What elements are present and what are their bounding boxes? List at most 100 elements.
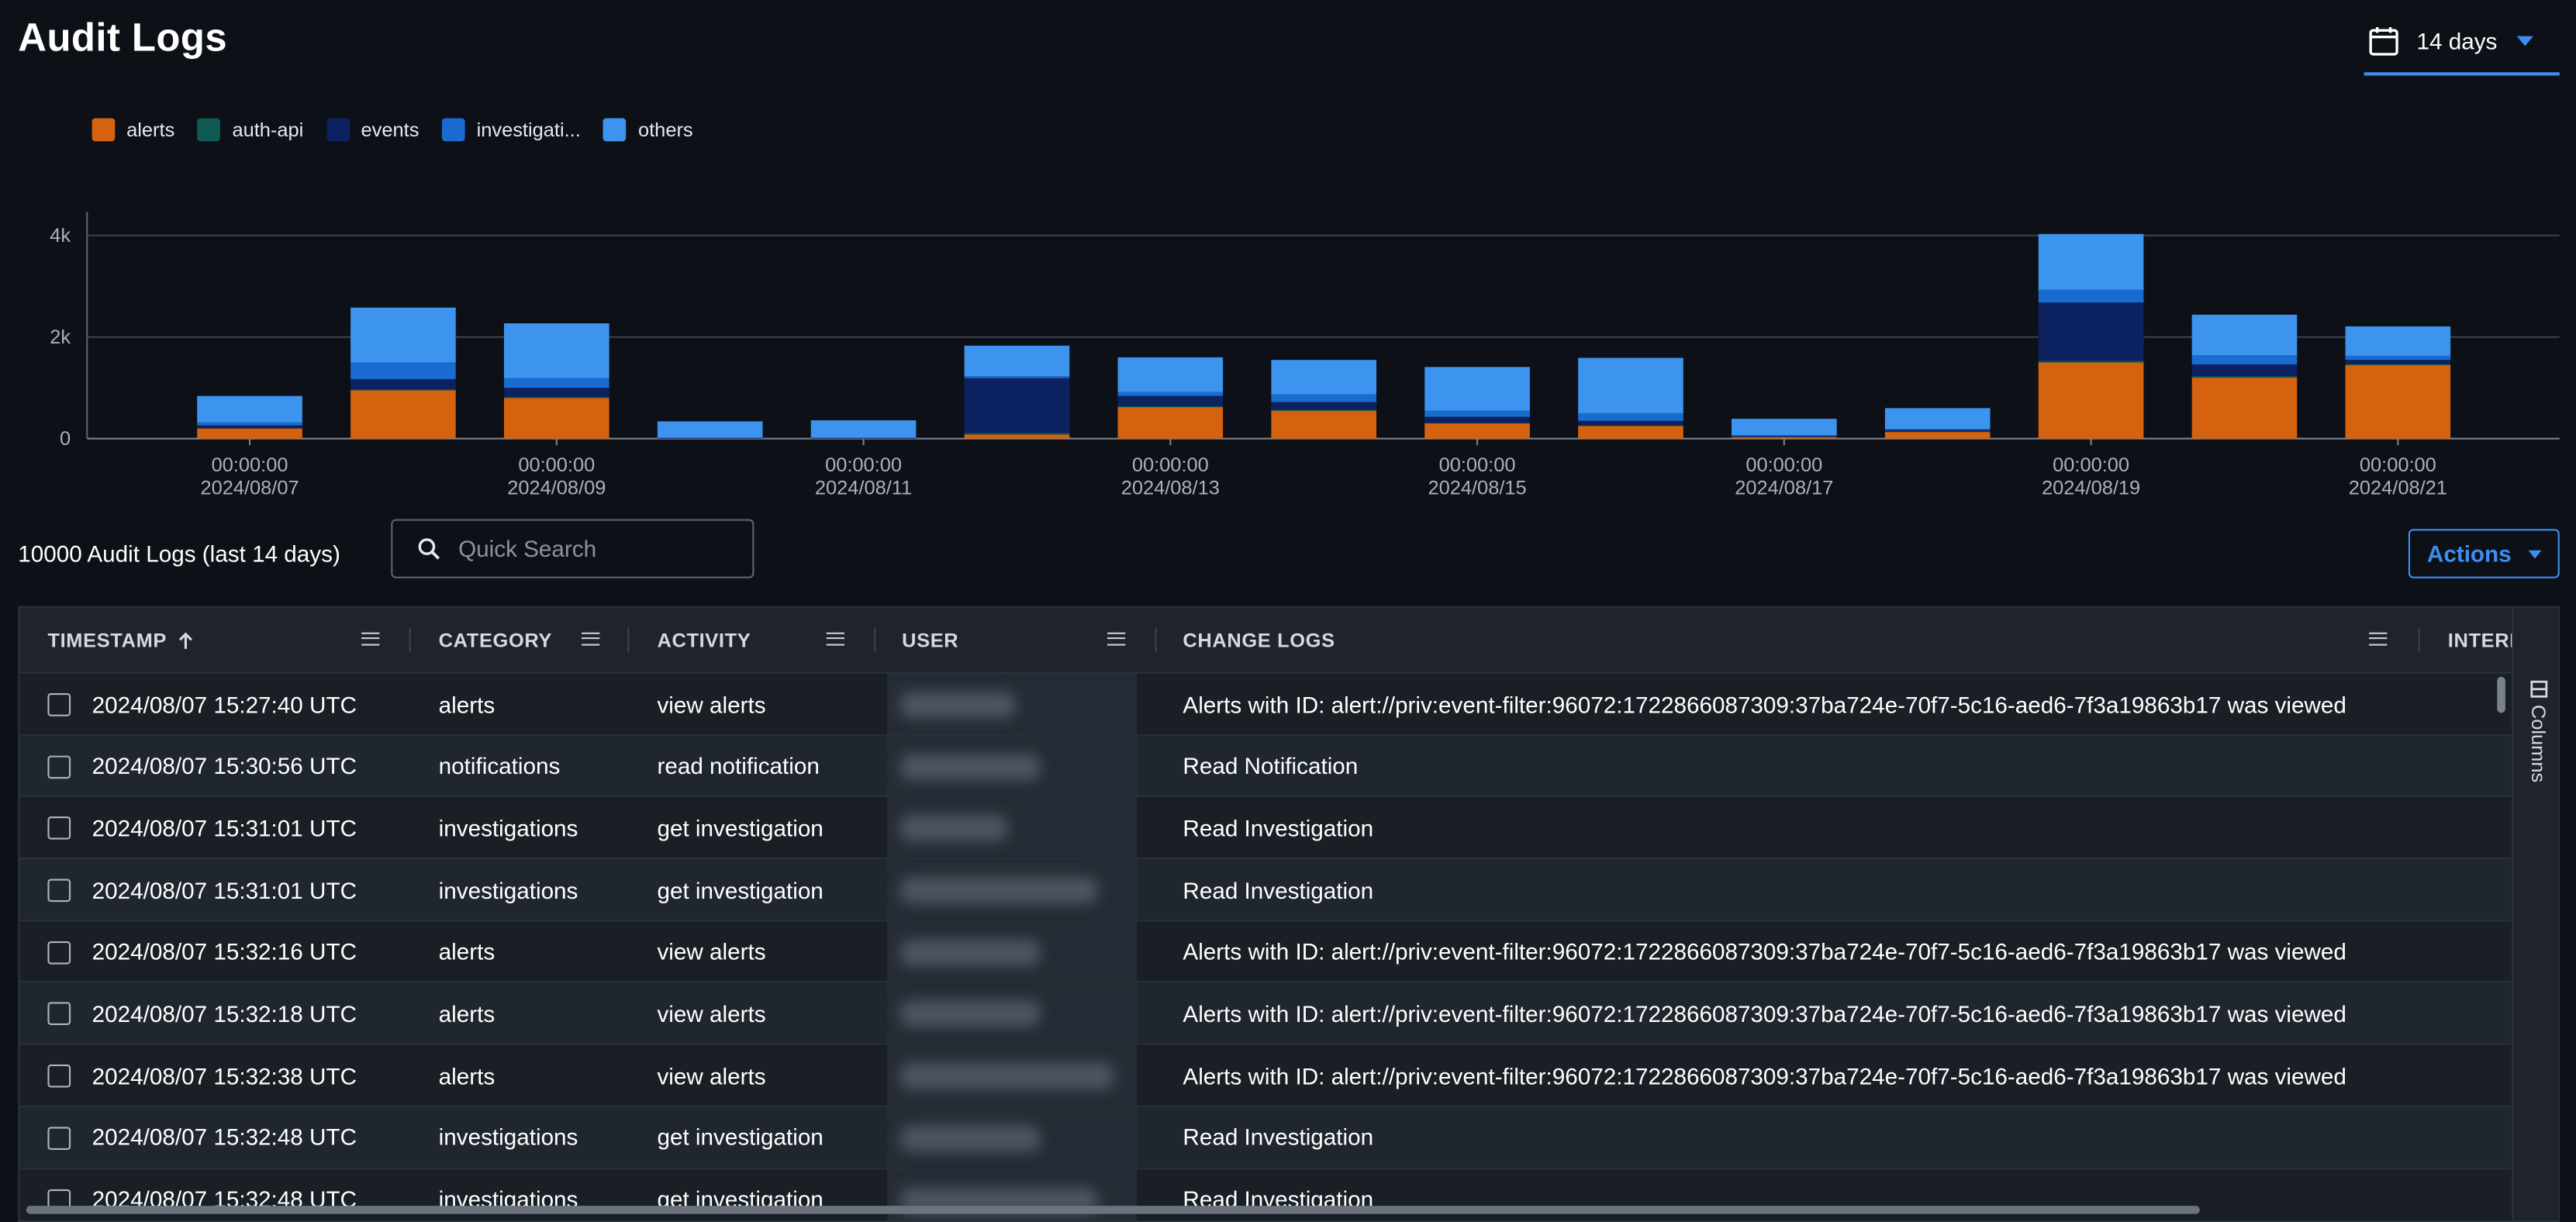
- vertical-scrollbar[interactable]: [2497, 676, 2505, 713]
- chart-bar-segment: [964, 345, 1070, 377]
- chart-bar-segment: [2038, 289, 2144, 303]
- row-checkbox[interactable]: [47, 1065, 71, 1088]
- row-checkbox[interactable]: [47, 941, 71, 965]
- x-tick-time: 00:00:00: [212, 454, 288, 476]
- legend-label: auth-api: [232, 118, 304, 142]
- change-log-cell: Alerts with ID: alert://priv:event-filte…: [1183, 1061, 2346, 1089]
- chart-bar-segment: [1424, 423, 1530, 439]
- table-row[interactable]: 2024/08/07 15:31:01 UTC investigations get…: [19, 859, 2512, 922]
- legend-swatch: [326, 118, 350, 142]
- legend-label: investigati...: [476, 118, 581, 142]
- sort-ascending-icon[interactable]: [177, 630, 196, 649]
- chart-bar-segment: [1117, 395, 1224, 406]
- chart-bar-segment: [2345, 326, 2451, 356]
- grid-header: TIMESTAMP CATEGORY ACTIVITY USER CHANGE …: [19, 607, 2512, 674]
- activity-cell: get investigation: [657, 1124, 824, 1151]
- chart-bar-segment: [1271, 394, 1376, 402]
- quick-search-box[interactable]: [391, 519, 754, 578]
- x-tick-date: 2024/08/09: [507, 478, 606, 499]
- x-tick-date: 2024/08/11: [815, 478, 912, 499]
- table-row[interactable]: 2024/08/07 15:27:40 UTC alerts view alerts…: [19, 673, 2512, 736]
- chart-bar-segment: [1117, 357, 1224, 392]
- chart-bar-segment: [1424, 410, 1530, 417]
- chart-bar-segment: [350, 362, 456, 380]
- chart-bar-segment: [503, 396, 609, 399]
- timestamp-cell: 2024/08/07 15:27:40 UTC: [92, 690, 357, 717]
- activity-cell: view alerts: [657, 690, 766, 717]
- chart-bar-segment: [1884, 432, 1991, 439]
- column-header-change-logs[interactable]: CHANGE LOGS: [1183, 608, 2406, 672]
- chart-bar-segment: [1271, 360, 1376, 395]
- row-checkbox[interactable]: [47, 1126, 71, 1150]
- table-row[interactable]: 2024/08/07 15:32:48 UTC investigations get…: [19, 1106, 2512, 1169]
- quick-search-input[interactable]: [454, 533, 741, 564]
- chart-bar-segment: [1271, 410, 1376, 439]
- column-header-category[interactable]: CATEGORY: [439, 608, 636, 672]
- column-menu-icon[interactable]: [581, 632, 600, 646]
- chart-bar-segment: [2038, 362, 2144, 439]
- activity-cell: view alerts: [657, 1061, 766, 1089]
- table-row[interactable]: 2024/08/07 15:32:16 UTC alerts view alerts…: [19, 921, 2512, 983]
- chart-bar-segment: [2191, 355, 2298, 365]
- user-cell-redacted: [887, 797, 1138, 858]
- chart-bar-segment: [2191, 314, 2298, 356]
- legend-item[interactable]: others: [603, 118, 693, 142]
- x-tick-time: 00:00:00: [1439, 454, 1516, 476]
- column-header-internal[interactable]: INTERN: [2448, 608, 2512, 672]
- column-label: USER: [902, 628, 959, 652]
- column-header-activity[interactable]: ACTIVITY: [657, 608, 870, 672]
- row-checkbox[interactable]: [47, 1003, 71, 1026]
- legend-label: alerts: [126, 118, 175, 142]
- columns-panel-toggle[interactable]: Columns: [2526, 680, 2550, 782]
- chart-bar-segment: [1578, 426, 1683, 439]
- x-tick-date: 2024/08/07: [200, 478, 299, 499]
- x-tick-time: 00:00:00: [2360, 454, 2436, 476]
- row-checkbox[interactable]: [47, 693, 71, 716]
- calendar-icon: [2369, 26, 2398, 56]
- column-menu-icon[interactable]: [361, 632, 380, 646]
- chart-bar-segment: [810, 438, 917, 439]
- chart-bar-segment: [1732, 419, 1837, 436]
- chart-bar-segment: [1578, 357, 1683, 413]
- x-tick-time: 00:00:00: [1746, 454, 1822, 476]
- legend-item[interactable]: investigati...: [442, 118, 581, 142]
- chart-bar-segment: [2038, 361, 2144, 363]
- category-cell: alerts: [438, 1000, 496, 1027]
- change-log-cell: Read Investigation: [1183, 1124, 1374, 1151]
- chart-bar-segment: [1424, 416, 1530, 423]
- timestamp-cell: 2024/08/07 15:32:18 UTC: [92, 1000, 357, 1027]
- x-tick-date: 2024/08/21: [2349, 478, 2447, 499]
- y-tick-label: 2k: [50, 326, 71, 348]
- column-header-user[interactable]: USER: [902, 608, 1148, 672]
- legend-item[interactable]: events: [326, 118, 419, 142]
- chart-bar-segment: [1578, 420, 1683, 426]
- page-title: Audit Logs: [18, 16, 228, 61]
- table-row[interactable]: 2024/08/07 15:31:01 UTC investigations get…: [19, 797, 2512, 860]
- chart-bar-segment: [503, 323, 609, 378]
- actions-button[interactable]: Actions: [2408, 529, 2560, 578]
- column-menu-icon[interactable]: [826, 632, 844, 646]
- user-cell-redacted: [887, 921, 1138, 982]
- chart-bar-segment: [1884, 429, 1991, 430]
- row-checkbox[interactable]: [47, 879, 71, 903]
- legend-label: others: [637, 118, 693, 142]
- table-row[interactable]: 2024/08/07 15:32:48 UTC investigations get…: [19, 1168, 2512, 1221]
- row-checkbox[interactable]: [47, 816, 71, 841]
- chart-bar-segment: [657, 421, 763, 438]
- legend-item[interactable]: auth-api: [197, 118, 304, 142]
- chart-bar-segment: [350, 390, 456, 439]
- column-label: TIMESTAMP: [47, 628, 167, 652]
- column-label: INTERN: [2447, 628, 2512, 652]
- column-menu-icon[interactable]: [2369, 632, 2388, 646]
- table-row[interactable]: 2024/08/07 15:32:38 UTC alerts view alerts…: [19, 1044, 2512, 1107]
- row-checkbox[interactable]: [47, 754, 71, 778]
- legend-item[interactable]: alerts: [92, 118, 175, 142]
- table-row[interactable]: 2024/08/07 15:32:18 UTC alerts view alerts…: [19, 982, 2512, 1045]
- chart-bar-segment: [1271, 409, 1376, 411]
- date-range-select[interactable]: 14 days: [2364, 10, 2560, 76]
- horizontal-scrollbar[interactable]: [26, 1206, 2200, 1214]
- column-divider: [1155, 627, 1157, 653]
- column-header-timestamp[interactable]: TIMESTAMP: [47, 608, 409, 672]
- column-menu-icon[interactable]: [1107, 632, 1126, 646]
- table-row[interactable]: 2024/08/07 15:30:56 UTC notifications read…: [19, 735, 2512, 798]
